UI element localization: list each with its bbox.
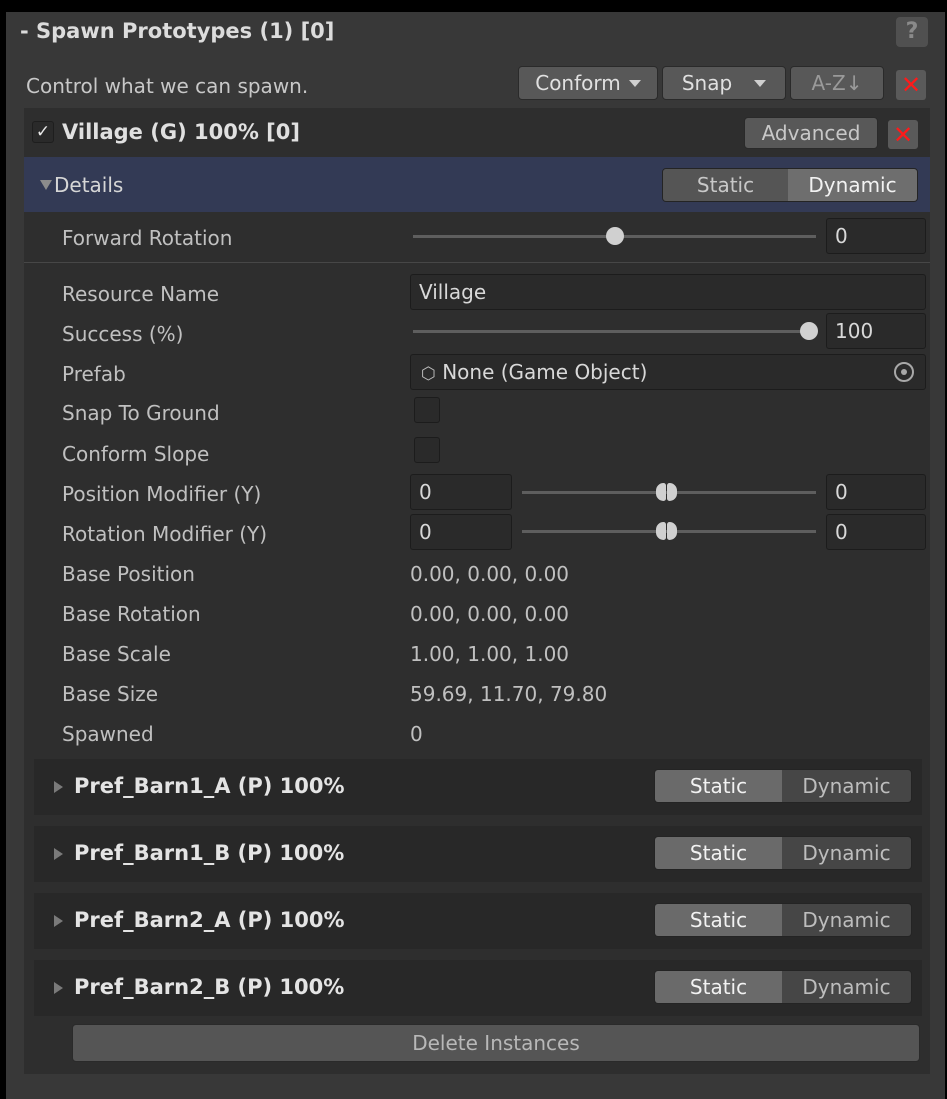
help-icon[interactable]: ?	[896, 17, 928, 47]
static-option[interactable]: Static	[655, 904, 782, 936]
base-scale-value: 1.00, 1.00, 1.00	[410, 642, 570, 666]
dynamic-option[interactable]: Dynamic	[782, 770, 911, 802]
chevron-down-icon	[628, 79, 641, 87]
base-size-value: 59.69, 11.70, 79.80	[410, 682, 608, 706]
delete-instances-label: Delete Instances	[412, 1031, 580, 1055]
forward-rotation-label: Forward Rotation	[62, 226, 233, 250]
object-picker-icon[interactable]	[894, 362, 914, 382]
sort-az-button[interactable]: A-Z↓	[790, 66, 884, 100]
advanced-label: Advanced	[761, 121, 861, 145]
details-static-dynamic-toggle[interactable]: Static Dynamic	[662, 168, 918, 202]
prototype-row[interactable]: Pref_Barn1_A (P) 100% Static Dynamic	[34, 759, 922, 815]
resource-name-field[interactable]: Village	[410, 274, 926, 310]
base-rotation-label: Base Rotation	[62, 602, 201, 626]
position-modifier-min-field[interactable]: 0	[410, 474, 512, 510]
snap-dropdown[interactable]: Snap	[662, 66, 786, 100]
prototype-row[interactable]: Pref_Barn1_B (P) 100% Static Dynamic	[34, 826, 922, 882]
checkmark-icon: ✓	[35, 122, 51, 142]
snap-label: Snap	[681, 71, 733, 95]
position-modifier-max-field[interactable]: 0	[826, 474, 926, 510]
snap-to-ground-label: Snap To Ground	[62, 401, 220, 425]
base-rotation-value: 0.00, 0.00, 0.00	[410, 602, 570, 626]
prototype-static-dynamic-toggle[interactable]: Static Dynamic	[654, 970, 912, 1004]
remove-all-button[interactable]: ✕	[896, 70, 926, 100]
sort-label: A-Z↓	[811, 71, 863, 95]
delete-instances-button[interactable]: Delete Instances	[72, 1024, 920, 1062]
dynamic-option[interactable]: Dynamic	[782, 971, 911, 1003]
foldout-collapsed-icon	[54, 848, 63, 860]
village-title[interactable]: Village (G) 100% [0]	[62, 120, 300, 144]
prefab-label: Prefab	[62, 362, 126, 386]
rotation-modifier-max-field[interactable]: 0	[826, 514, 926, 550]
section-title[interactable]: - Spawn Prototypes (1) [0]	[20, 19, 334, 43]
remove-village-button[interactable]: ✕	[888, 120, 918, 149]
game-object-icon: ⬡	[421, 364, 436, 384]
prototype-title[interactable]: Pref_Barn2_A (P) 100%	[74, 908, 345, 932]
prefab-object-field[interactable]: ⬡ None (Game Object)	[410, 354, 926, 390]
base-position-value: 0.00, 0.00, 0.00	[410, 562, 570, 586]
conform-label: Conform	[535, 71, 621, 95]
static-option[interactable]: Static	[655, 971, 782, 1003]
conform-slope-label: Conform Slope	[62, 442, 210, 466]
rotation-modifier-label: Rotation Modifier (Y)	[62, 522, 268, 546]
foldout-collapsed-icon	[54, 982, 63, 994]
resource-name-label: Resource Name	[62, 282, 220, 306]
static-option[interactable]: Static	[655, 837, 782, 869]
foldout-expanded-icon	[40, 180, 52, 190]
success-slider-track[interactable]	[413, 330, 816, 333]
prototype-static-dynamic-toggle[interactable]: Static Dynamic	[654, 769, 912, 803]
spawned-label: Spawned	[62, 722, 154, 746]
prototype-title[interactable]: Pref_Barn1_B (P) 100%	[74, 841, 344, 865]
divider	[24, 262, 930, 263]
success-slider-handle[interactable]	[800, 322, 818, 340]
forward-rotation-slider-handle[interactable]	[605, 227, 624, 245]
success-field[interactable]: 100	[826, 313, 926, 349]
base-position-label: Base Position	[62, 562, 195, 586]
base-size-label: Base Size	[62, 682, 159, 706]
prototype-static-dynamic-toggle[interactable]: Static Dynamic	[654, 836, 912, 870]
dynamic-option[interactable]: Dynamic	[782, 904, 911, 936]
advanced-button[interactable]: Advanced	[744, 117, 878, 149]
prototype-title[interactable]: Pref_Barn2_B (P) 100%	[74, 975, 344, 999]
prefab-value: None (Game Object)	[442, 360, 648, 384]
base-scale-label: Base Scale	[62, 642, 171, 666]
forward-rotation-field[interactable]: 0	[826, 218, 926, 254]
position-modifier-label: Position Modifier (Y)	[62, 482, 262, 506]
foldout-collapsed-icon	[54, 915, 63, 927]
prototype-static-dynamic-toggle[interactable]: Static Dynamic	[654, 903, 912, 937]
chevron-down-icon	[754, 79, 767, 87]
conform-dropdown[interactable]: Conform	[518, 66, 658, 100]
success-label: Success (%)	[62, 322, 184, 346]
foldout-collapsed-icon	[54, 781, 63, 793]
snap-to-ground-checkbox[interactable]	[414, 397, 440, 423]
details-label: Details	[54, 173, 124, 197]
rotation-modifier-min-field[interactable]: 0	[410, 514, 512, 550]
close-icon: ✕	[900, 71, 922, 99]
village-enabled-checkbox[interactable]: ✓	[32, 121, 54, 143]
rotation-modifier-min-handle[interactable]	[656, 522, 666, 540]
prototype-row[interactable]: Pref_Barn2_A (P) 100% Static Dynamic	[34, 893, 922, 949]
prototype-row[interactable]: Pref_Barn2_B (P) 100% Static Dynamic	[34, 960, 922, 1016]
position-modifier-min-handle[interactable]	[656, 483, 666, 501]
dynamic-option[interactable]: Dynamic	[782, 837, 911, 869]
static-option[interactable]: Static	[655, 770, 782, 802]
conform-slope-checkbox[interactable]	[414, 437, 440, 463]
prototype-title[interactable]: Pref_Barn1_A (P) 100%	[74, 774, 345, 798]
spawned-value: 0	[410, 722, 423, 746]
close-icon: ✕	[892, 120, 914, 149]
dynamic-option[interactable]: Dynamic	[788, 169, 917, 201]
static-option[interactable]: Static	[663, 169, 789, 201]
section-description: Control what we can spawn.	[26, 74, 309, 98]
